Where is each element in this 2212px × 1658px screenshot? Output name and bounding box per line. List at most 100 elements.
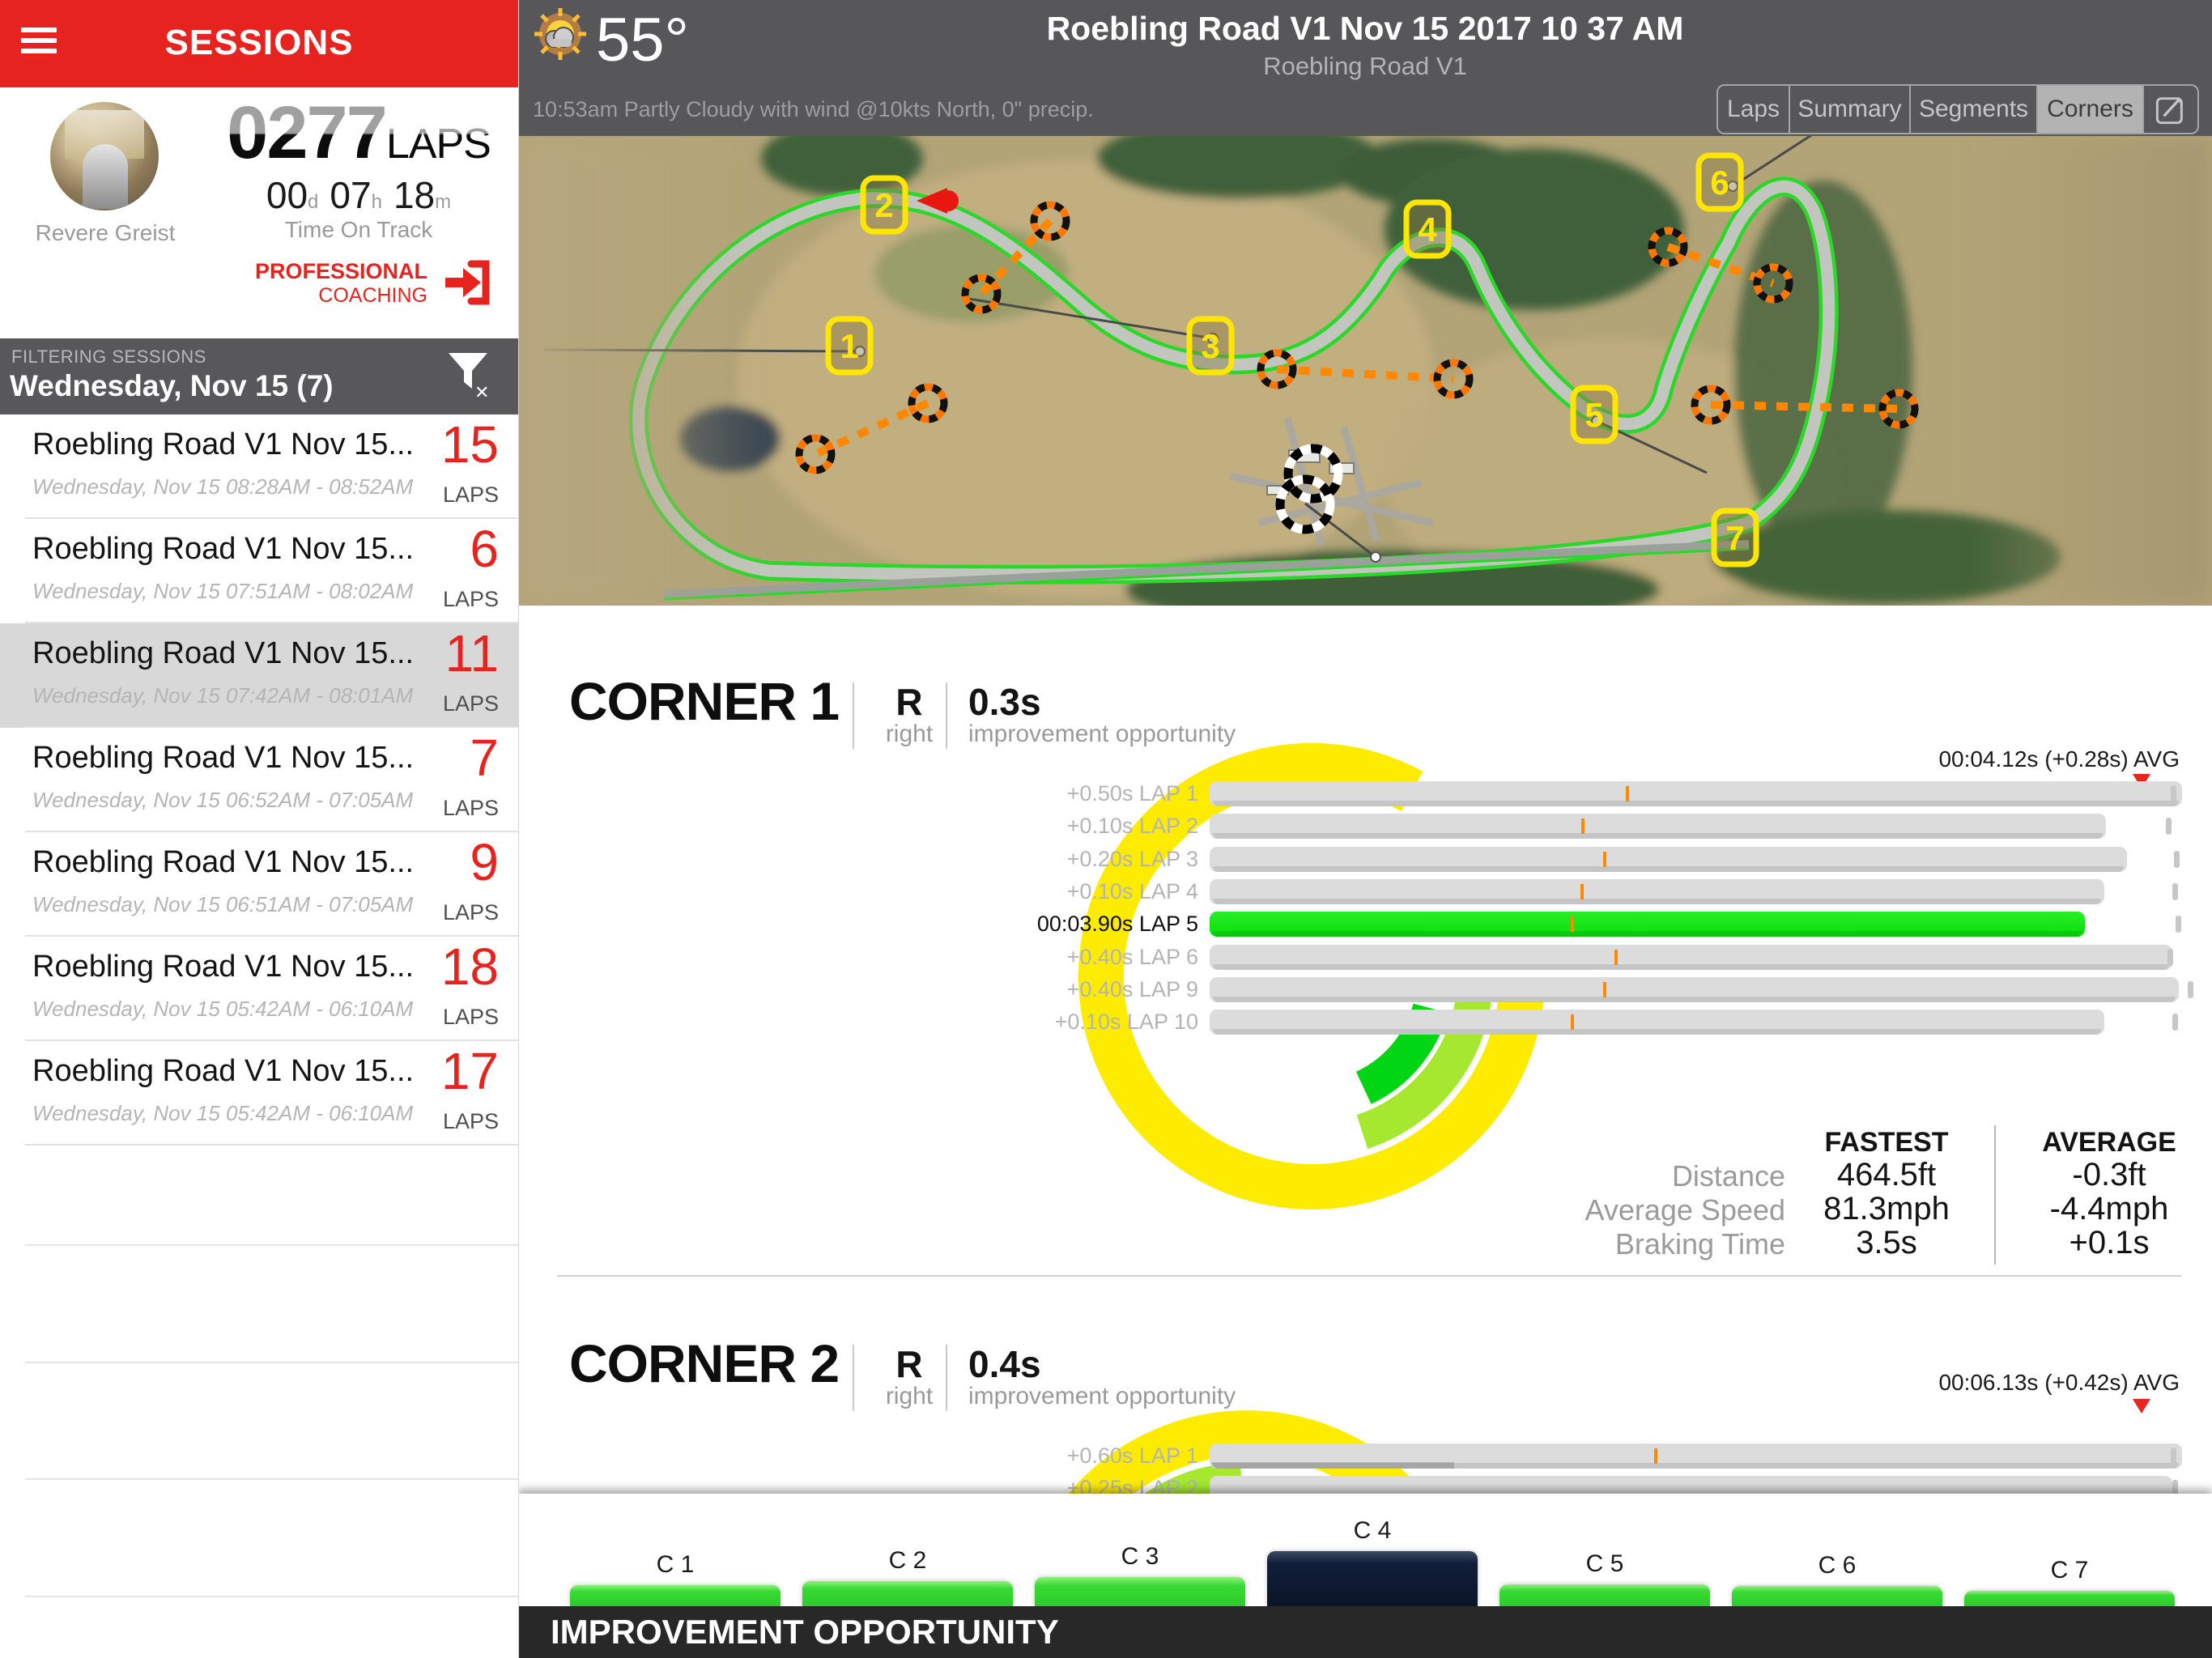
lap-tick-marker <box>1571 916 1574 933</box>
lap-end-marker <box>2172 882 2178 900</box>
lap-row[interactable]: +0.40s LAP 6 <box>923 944 2186 970</box>
lap-row[interactable]: +0.10s LAP 10 <box>923 1010 2186 1035</box>
edit-icon[interactable] <box>2144 86 2197 133</box>
corner-compare-bar <box>1267 1551 1478 1606</box>
session-list-item[interactable]: Roebling Road V1 Nov 15... Wednesday, Nov… <box>0 937 518 1041</box>
list-divider <box>25 1244 518 1246</box>
list-divider <box>25 1362 518 1363</box>
corner2-improvement: 0.4s <box>968 1343 1041 1385</box>
corner-marker-6[interactable]: 6 <box>1695 152 1744 212</box>
lap-tick-marker <box>1654 1448 1657 1464</box>
sidebar-title: SESSIONS <box>164 23 354 62</box>
svg-text:✕: ✕ <box>474 382 489 402</box>
lap-bar-track <box>1210 878 2182 904</box>
lap-tick-marker <box>1614 949 1618 965</box>
session-item-laps-label: LAPS <box>442 691 499 716</box>
tab-summary[interactable]: Summary <box>1790 86 1911 133</box>
session-item-lap-count: 7 <box>470 729 499 787</box>
lap-bar <box>1210 781 2182 806</box>
minutes-unit: m <box>435 191 452 213</box>
lap-label: +0.60s LAP 1 <box>1066 1443 1198 1468</box>
corner-compare-item[interactable]: C 7 <box>1964 1557 2175 1606</box>
lap-row[interactable]: +0.50s LAP 1 <box>923 781 2186 806</box>
improvement-opportunity-bar[interactable]: IMPROVEMENT OPPORTUNITY <box>518 1606 2212 1658</box>
session-item-title: Roebling Road V1 Nov 15... <box>32 427 415 461</box>
lap-row[interactable]: +0.40s LAP 9 <box>923 976 2193 1002</box>
lap-bar <box>1210 1443 2182 1469</box>
session-list-item[interactable]: Roebling Road V1 Nov 15... Wednesday, Nov… <box>0 623 518 728</box>
corner-marker-7[interactable]: 7 <box>1711 508 1759 568</box>
filter-label: FILTERING SESSIONS <box>11 346 206 367</box>
lap-bar <box>1210 846 2127 872</box>
lap-end-marker <box>2174 850 2180 868</box>
lap-label: +0.10s LAP 10 <box>1054 1010 1198 1035</box>
lap-bar <box>1210 912 2085 937</box>
session-list-item[interactable]: Roebling Road V1 Nov 15... Wednesday, Nov… <box>0 1041 518 1146</box>
session-item-time: Wednesday, Nov 15 07:42AM - 08:01AM <box>32 683 414 708</box>
session-item-lap-count: 11 <box>445 624 499 682</box>
coaching-arrow-icon[interactable] <box>442 256 496 309</box>
hours-value: 07 <box>330 174 372 216</box>
corner-compare-item[interactable]: C 6 <box>1732 1552 1942 1606</box>
session-item-title: Roebling Road V1 Nov 15... <box>32 950 415 984</box>
corner-compare-item[interactable]: C 3 <box>1035 1543 1245 1606</box>
corner-marker-2[interactable]: 2 <box>860 175 908 235</box>
lap-row[interactable]: +0.20s LAP 3 <box>923 846 2186 872</box>
total-laps: 0277LAPS <box>209 91 508 176</box>
lap-bar-track <box>1210 814 2182 840</box>
lap-row[interactable]: 00:03.90s LAP 5 <box>923 912 2186 937</box>
lap-bar-track <box>1210 1010 2182 1035</box>
profile-name: Revere Greist <box>35 220 176 245</box>
lap-bar-track <box>1210 1443 2182 1469</box>
stat-fastest-value: 81.3mph <box>1823 1191 1950 1226</box>
session-item-laps-label: LAPS <box>442 1109 499 1133</box>
filter-clear-icon[interactable]: ✕ <box>445 351 491 402</box>
tab-laps[interactable]: Laps <box>1718 86 1790 133</box>
corner-marker-5[interactable]: 5 <box>1570 385 1619 444</box>
fastest-header: FASTEST <box>1824 1127 1949 1158</box>
track-map[interactable]: 1 2 3 4 5 6 7 <box>518 136 2212 606</box>
lap-row[interactable]: +0.10s LAP 4 <box>923 878 2186 904</box>
lap-label: +0.40s LAP 9 <box>1066 976 1198 1001</box>
total-laps-value: 0277 <box>227 91 386 174</box>
corner-marker-4[interactable]: 4 <box>1403 199 1452 259</box>
session-item-lap-count: 18 <box>440 937 499 996</box>
tab-segments[interactable]: Segments <box>1911 86 2038 133</box>
corner-compare-item[interactable]: C 1 <box>570 1551 781 1606</box>
svg-text:7: 7 <box>1725 519 1744 557</box>
corner-compare-item[interactable]: C 2 <box>802 1547 1013 1606</box>
lap-label: +0.10s LAP 4 <box>1066 878 1198 903</box>
corner-compare-bar <box>1732 1586 1942 1606</box>
improvement-opportunity-title: IMPROVEMENT OPPORTUNITY <box>551 1613 1059 1651</box>
session-list-item[interactable]: Roebling Road V1 Nov 15... Wednesday, Nov… <box>0 728 518 832</box>
avatar[interactable] <box>50 102 159 210</box>
corner-compare-label: C 3 <box>1121 1543 1159 1570</box>
lap-bar <box>1210 976 2179 1002</box>
coaching-line2: COACHING <box>318 284 428 308</box>
session-item-laps-label: LAPS <box>442 587 499 611</box>
stat-label: Average Speed <box>1585 1193 1785 1226</box>
corner-compare-item[interactable]: C 5 <box>1499 1550 1710 1606</box>
corner-marker-3[interactable]: 3 <box>1186 316 1235 376</box>
corner1-average-label: 00:04.12s (+0.28s) AVG <box>1938 746 2180 772</box>
session-item-lap-count: 15 <box>440 415 499 474</box>
lap-row[interactable]: +0.60s LAP 1 <box>923 1443 2186 1469</box>
track-name: Roebling Road V1 <box>1263 52 1467 80</box>
session-list-item[interactable]: Roebling Road V1 Nov 15... Wednesday, Nov… <box>0 519 518 623</box>
tab-corners[interactable]: Corners <box>2038 86 2144 133</box>
stat-label: Braking Time <box>1614 1227 1785 1261</box>
corner-compare-item[interactable]: C 4 <box>1267 1517 1478 1606</box>
session-list-item[interactable]: Roebling Road V1 Nov 15... Wednesday, Nov… <box>0 414 518 519</box>
lap-tick-marker <box>1580 883 1584 899</box>
divider <box>853 1345 854 1411</box>
svg-text:3: 3 <box>1201 327 1219 365</box>
corner-marker-1[interactable]: 1 <box>825 316 874 376</box>
session-item-time: Wednesday, Nov 15 07:51AM - 08:02AM <box>32 579 414 603</box>
professional-coaching-link[interactable]: PROFESSIONAL COACHING <box>255 259 428 308</box>
session-list-item[interactable]: Roebling Road V1 Nov 15... Wednesday, Nov… <box>0 832 518 937</box>
svg-text:1: 1 <box>840 327 858 365</box>
svg-text:5: 5 <box>1585 396 1603 434</box>
corner2-title: CORNER 2 <box>569 1333 840 1393</box>
lap-row[interactable]: +0.10s LAP 2 <box>923 814 2186 840</box>
session-title: Roebling Road V1 Nov 15 2017 10 37 AM <box>1046 10 1684 47</box>
